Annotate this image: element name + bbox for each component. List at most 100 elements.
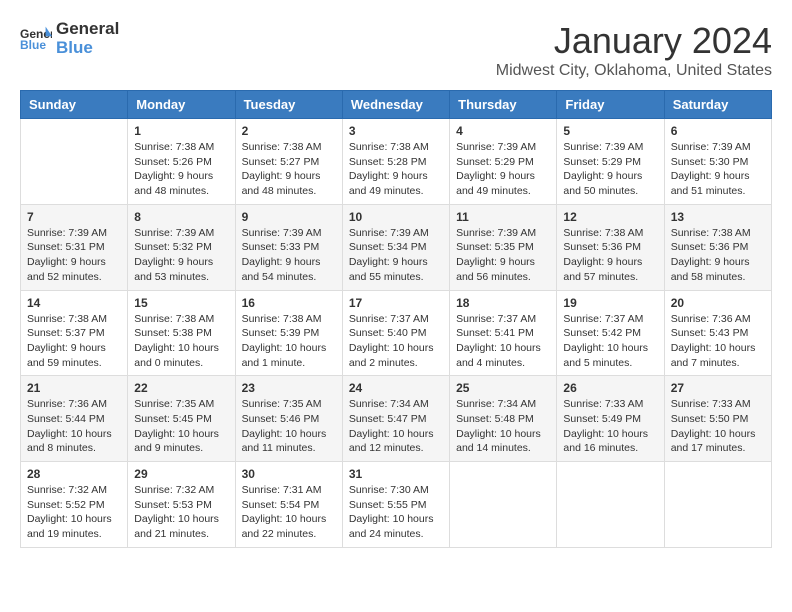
day-number: 20	[671, 296, 765, 310]
calendar-cell: 22 Sunrise: 7:35 AM Sunset: 5:45 PM Dayli…	[128, 376, 235, 462]
day-number: 4	[456, 124, 550, 138]
day-info: Sunrise: 7:33 AM Sunset: 5:49 PM Dayligh…	[563, 397, 657, 456]
day-number: 9	[242, 210, 336, 224]
day-info: Sunrise: 7:38 AM Sunset: 5:36 PM Dayligh…	[563, 226, 657, 285]
day-info: Sunrise: 7:39 AM Sunset: 5:32 PM Dayligh…	[134, 226, 228, 285]
day-number: 26	[563, 381, 657, 395]
calendar-cell: 18Sunrise: 7:37 AM Sunset: 5:41 PM Dayli…	[450, 290, 557, 376]
day-number: 10	[349, 210, 443, 224]
calendar-cell: 8Sunrise: 7:39 AM Sunset: 5:32 PM Daylig…	[128, 204, 235, 290]
svg-text:Blue: Blue	[20, 38, 46, 52]
day-number: 31	[349, 467, 443, 481]
day-info: Sunrise: 7:38 AM Sunset: 5:26 PM Dayligh…	[134, 140, 228, 199]
header-thursday: Thursday	[450, 91, 557, 119]
calendar-cell: 3 Sunrise: 7:38 AM Sunset: 5:28 PM Daylig…	[342, 119, 449, 205]
day-info: Sunrise: 7:34 AM Sunset: 5:47 PM Dayligh…	[349, 397, 443, 456]
day-number: 22	[134, 381, 228, 395]
day-info: Sunrise: 7:35 AM Sunset: 5:45 PM Dayligh…	[134, 397, 228, 456]
calendar-cell: 15 Sunrise: 7:38 AM Sunset: 5:38 PM Dayli…	[128, 290, 235, 376]
week-row-3: 14Sunrise: 7:38 AM Sunset: 5:37 PM Dayli…	[21, 290, 772, 376]
calendar-cell: 28 Sunrise: 7:32 AM Sunset: 5:52 PM Dayli…	[21, 462, 128, 548]
day-info: Sunrise: 7:38 AM Sunset: 5:39 PM Dayligh…	[242, 312, 336, 371]
calendar-cell	[450, 462, 557, 548]
calendar-cell: 10 Sunrise: 7:39 AM Sunset: 5:34 PM Dayli…	[342, 204, 449, 290]
calendar-cell: 11 Sunrise: 7:39 AM Sunset: 5:35 PM Dayli…	[450, 204, 557, 290]
calendar-cell: 25 Sunrise: 7:34 AM Sunset: 5:48 PM Dayli…	[450, 376, 557, 462]
calendar-cell	[557, 462, 664, 548]
calendar-cell: 4 Sunrise: 7:39 AM Sunset: 5:29 PM Daylig…	[450, 119, 557, 205]
day-number: 17	[349, 296, 443, 310]
day-info: Sunrise: 7:38 AM Sunset: 5:27 PM Dayligh…	[242, 140, 336, 199]
logo: General Blue General Blue	[20, 20, 119, 57]
calendar-cell: 7Sunrise: 7:39 AM Sunset: 5:31 PM Daylig…	[21, 204, 128, 290]
day-number: 14	[27, 296, 121, 310]
title-area: January 2024 Midwest City, Oklahoma, Uni…	[496, 20, 772, 80]
day-number: 16	[242, 296, 336, 310]
day-info: Sunrise: 7:39 AM Sunset: 5:35 PM Dayligh…	[456, 226, 550, 285]
day-info: Sunrise: 7:36 AM Sunset: 5:43 PM Dayligh…	[671, 312, 765, 371]
logo-line2: Blue	[56, 39, 119, 58]
calendar-cell: 24 Sunrise: 7:34 AM Sunset: 5:47 PM Dayli…	[342, 376, 449, 462]
calendar-cell	[664, 462, 771, 548]
calendar-cell: 9Sunrise: 7:39 AM Sunset: 5:33 PM Daylig…	[235, 204, 342, 290]
calendar-cell: 14Sunrise: 7:38 AM Sunset: 5:37 PM Dayli…	[21, 290, 128, 376]
calendar-table: SundayMondayTuesdayWednesdayThursdayFrid…	[20, 90, 772, 548]
week-row-1: 1 Sunrise: 7:38 AM Sunset: 5:26 PM Daylig…	[21, 119, 772, 205]
week-row-5: 28 Sunrise: 7:32 AM Sunset: 5:52 PM Dayli…	[21, 462, 772, 548]
calendar-cell: 19Sunrise: 7:37 AM Sunset: 5:42 PM Dayli…	[557, 290, 664, 376]
calendar-cell	[21, 119, 128, 205]
day-number: 1	[134, 124, 228, 138]
day-info: Sunrise: 7:34 AM Sunset: 5:48 PM Dayligh…	[456, 397, 550, 456]
calendar-cell: 21 Sunrise: 7:36 AM Sunset: 5:44 PM Dayli…	[21, 376, 128, 462]
day-info: Sunrise: 7:36 AM Sunset: 5:44 PM Dayligh…	[27, 397, 121, 456]
day-number: 28	[27, 467, 121, 481]
header-monday: Monday	[128, 91, 235, 119]
day-number: 27	[671, 381, 765, 395]
day-number: 25	[456, 381, 550, 395]
day-number: 24	[349, 381, 443, 395]
logo-icon: General Blue	[20, 25, 52, 53]
day-info: Sunrise: 7:39 AM Sunset: 5:31 PM Dayligh…	[27, 226, 121, 285]
calendar-cell: 27 Sunrise: 7:33 AM Sunset: 5:50 PM Dayli…	[664, 376, 771, 462]
day-info: Sunrise: 7:37 AM Sunset: 5:42 PM Dayligh…	[563, 312, 657, 371]
day-info: Sunrise: 7:30 AM Sunset: 5:55 PM Dayligh…	[349, 483, 443, 542]
day-info: Sunrise: 7:39 AM Sunset: 5:29 PM Dayligh…	[563, 140, 657, 199]
header-wednesday: Wednesday	[342, 91, 449, 119]
week-row-2: 7Sunrise: 7:39 AM Sunset: 5:31 PM Daylig…	[21, 204, 772, 290]
day-info: Sunrise: 7:38 AM Sunset: 5:36 PM Dayligh…	[671, 226, 765, 285]
day-number: 13	[671, 210, 765, 224]
calendar-cell: 31 Sunrise: 7:30 AM Sunset: 5:55 PM Dayli…	[342, 462, 449, 548]
calendar-cell: 6Sunrise: 7:39 AM Sunset: 5:30 PM Daylig…	[664, 119, 771, 205]
month-title: January 2024	[496, 20, 772, 62]
day-info: Sunrise: 7:33 AM Sunset: 5:50 PM Dayligh…	[671, 397, 765, 456]
day-number: 15	[134, 296, 228, 310]
day-info: Sunrise: 7:39 AM Sunset: 5:30 PM Dayligh…	[671, 140, 765, 199]
day-number: 29	[134, 467, 228, 481]
day-info: Sunrise: 7:38 AM Sunset: 5:38 PM Dayligh…	[134, 312, 228, 371]
day-number: 21	[27, 381, 121, 395]
day-info: Sunrise: 7:37 AM Sunset: 5:41 PM Dayligh…	[456, 312, 550, 371]
page-header: General Blue General Blue January 2024 M…	[20, 20, 772, 80]
day-info: Sunrise: 7:35 AM Sunset: 5:46 PM Dayligh…	[242, 397, 336, 456]
calendar-cell: 1 Sunrise: 7:38 AM Sunset: 5:26 PM Daylig…	[128, 119, 235, 205]
day-info: Sunrise: 7:32 AM Sunset: 5:52 PM Dayligh…	[27, 483, 121, 542]
calendar-cell: 13 Sunrise: 7:38 AM Sunset: 5:36 PM Dayli…	[664, 204, 771, 290]
day-info: Sunrise: 7:39 AM Sunset: 5:34 PM Dayligh…	[349, 226, 443, 285]
calendar-cell: 12 Sunrise: 7:38 AM Sunset: 5:36 PM Dayli…	[557, 204, 664, 290]
calendar-cell: 17Sunrise: 7:37 AM Sunset: 5:40 PM Dayli…	[342, 290, 449, 376]
header-saturday: Saturday	[664, 91, 771, 119]
day-info: Sunrise: 7:38 AM Sunset: 5:28 PM Dayligh…	[349, 140, 443, 199]
day-number: 11	[456, 210, 550, 224]
calendar-cell: 16 Sunrise: 7:38 AM Sunset: 5:39 PM Dayli…	[235, 290, 342, 376]
day-number: 12	[563, 210, 657, 224]
calendar-cell: 2Sunrise: 7:38 AM Sunset: 5:27 PM Daylig…	[235, 119, 342, 205]
logo-line1: General	[56, 20, 119, 39]
day-info: Sunrise: 7:31 AM Sunset: 5:54 PM Dayligh…	[242, 483, 336, 542]
location: Midwest City, Oklahoma, United States	[496, 62, 772, 80]
day-info: Sunrise: 7:39 AM Sunset: 5:29 PM Dayligh…	[456, 140, 550, 199]
day-number: 30	[242, 467, 336, 481]
day-number: 3	[349, 124, 443, 138]
header-friday: Friday	[557, 91, 664, 119]
week-row-4: 21 Sunrise: 7:36 AM Sunset: 5:44 PM Dayli…	[21, 376, 772, 462]
calendar-cell: 29Sunrise: 7:32 AM Sunset: 5:53 PM Dayli…	[128, 462, 235, 548]
